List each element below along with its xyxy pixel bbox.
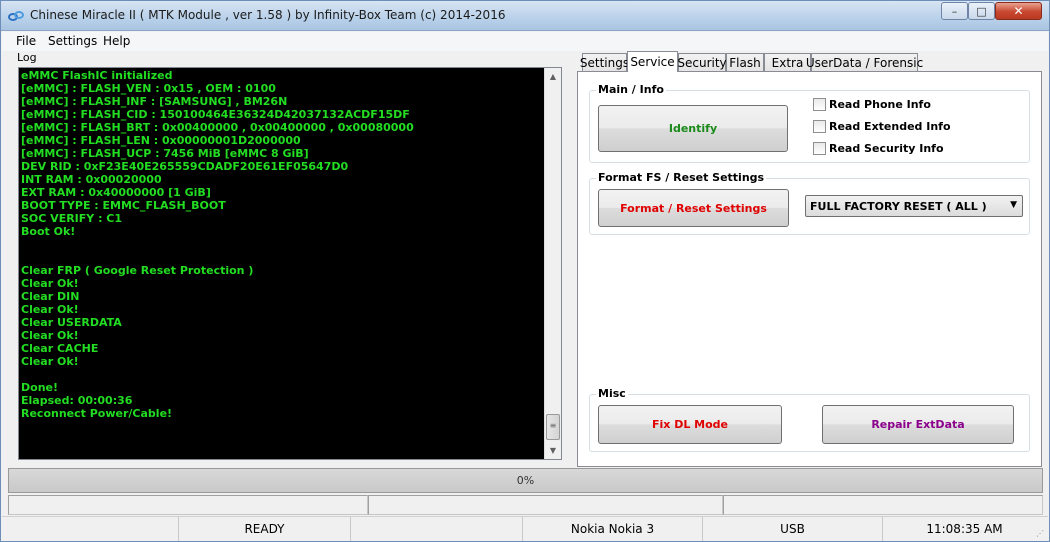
scroll-up-icon[interactable]: ▲ (545, 68, 561, 85)
log-line: Clear USERDATA (21, 316, 122, 329)
format-reset-button[interactable]: Format / Reset Settings (598, 189, 789, 227)
maximize-button[interactable]: □ (968, 2, 995, 20)
tab-settings[interactable]: Settings (580, 53, 629, 72)
log-line: BOOT TYPE : EMMC_FLASH_BOOT (21, 199, 226, 212)
chain-link-icon (8, 11, 24, 21)
log-line: Clear Ok! (21, 303, 79, 316)
repair-extdata-button[interactable]: Repair ExtData (822, 405, 1014, 444)
misc-group: Misc Fix DL Mode Repair ExtData (589, 387, 1030, 452)
menu-help[interactable]: Help (103, 34, 130, 48)
status-connection: USB (702, 517, 882, 541)
format-fs-title: Format FS / Reset Settings (596, 171, 767, 184)
format-reset-label: Format / Reset Settings (620, 201, 767, 215)
checkbox-box (813, 142, 826, 155)
log-line: [eMMC] : FLASH_INF : [SAMSUNG] , BM26N (21, 95, 288, 108)
misc-title: Misc (596, 387, 628, 400)
scroll-down-icon[interactable]: ▼ (545, 442, 561, 459)
status-state: READY (178, 517, 350, 541)
log-line: Clear DIN (21, 290, 80, 303)
resize-grip-icon[interactable]: ⋰ (1036, 529, 1046, 539)
checkbox-label: Read Security Info (829, 142, 944, 155)
minimize-button[interactable]: – (941, 2, 968, 20)
log-line: Done! (21, 381, 58, 394)
app-window: Chinese Miracle II ( MTK Module , ver 1.… (0, 0, 1050, 542)
tab-extra[interactable]: Extra (764, 53, 811, 72)
fix-dl-mode-button[interactable]: Fix DL Mode (598, 405, 782, 444)
tab-service[interactable]: Service (627, 51, 678, 72)
scroll-thumb[interactable]: ≡ (546, 414, 560, 440)
info-row (8, 495, 1043, 515)
log-scrollbar[interactable]: ▲ ≡ ▼ (544, 68, 561, 459)
reset-mode-select[interactable]: FULL FACTORY RESET ( ALL ) ▼ (805, 195, 1023, 217)
tab-security[interactable]: Security (677, 53, 727, 72)
progress-label: 0% (516, 474, 535, 487)
status-time: 11:08:35 AM (882, 517, 1046, 541)
read-security-info-checkbox[interactable]: Read Security Info (813, 142, 944, 155)
log-line: Clear FRP ( Google Reset Protection ) (21, 264, 254, 277)
log-line: eMMC FlashIC initialized (21, 69, 173, 82)
title-bar[interactable]: Chinese Miracle II ( MTK Module , ver 1.… (1, 1, 1049, 31)
reset-mode-value: FULL FACTORY RESET ( ALL ) (810, 199, 987, 213)
log-line: Boot Ok! (21, 225, 76, 238)
fix-dl-mode-label: Fix DL Mode (651, 418, 729, 431)
log-line: SOC VERIFY : C1 (21, 212, 123, 225)
tab-flash[interactable]: Flash (726, 53, 764, 72)
status-bar: READY Nokia Nokia 3 USB 11:08:35 AM ⋰ (2, 516, 1048, 541)
main-info-group: Main / Info Identify Read Phone Info Rea… (589, 83, 1030, 163)
identify-button[interactable]: Identify (598, 105, 788, 152)
status-empty-2 (350, 517, 522, 541)
main-info-title: Main / Info (596, 83, 666, 96)
info-panel-right (723, 495, 1043, 515)
identify-label: Identify (668, 122, 718, 135)
log-line: Clear Ok! (21, 329, 79, 342)
log-output[interactable]: eMMC FlashIC initialized [eMMC] : FLASH_V… (18, 67, 562, 460)
chevron-down-icon: ▼ (1010, 200, 1017, 210)
log-line: [eMMC] : FLASH_VEN : 0x15 , OEM : 0100 (21, 82, 276, 95)
checkbox-label: Read Extended Info (829, 120, 951, 133)
log-line: [eMMC] : FLASH_CID : 150100464E36324D420… (21, 108, 410, 121)
read-extended-info-checkbox[interactable]: Read Extended Info (813, 120, 951, 133)
menu-bar: File Settings Help (2, 32, 1048, 51)
status-device: Nokia Nokia 3 (522, 517, 702, 541)
log-lines: eMMC FlashIC initialized [eMMC] : FLASH_V… (21, 69, 541, 420)
service-panel: Main / Info Identify Read Phone Info Rea… (577, 71, 1042, 467)
close-button[interactable]: ✕ (995, 2, 1042, 20)
format-fs-group: Format FS / Reset Settings Format / Rese… (589, 171, 1030, 235)
log-line: Clear Ok! (21, 277, 79, 290)
checkbox-box (813, 120, 826, 133)
read-phone-info-checkbox[interactable]: Read Phone Info (813, 98, 931, 111)
menu-file[interactable]: File (16, 34, 36, 48)
checkbox-box (813, 98, 826, 111)
status-empty (2, 517, 178, 541)
repair-extdata-label: Repair ExtData (871, 418, 965, 431)
log-line: [eMMC] : FLASH_LEN : 0x00000001D2000000 (21, 134, 301, 147)
info-panel-left (8, 495, 368, 515)
menu-settings[interactable]: Settings (48, 34, 97, 48)
progress-bar: 0% (8, 468, 1043, 493)
tab-userdata-forensic[interactable]: UserData / Forensic (806, 53, 923, 72)
log-label: Log (17, 51, 37, 64)
log-line: Reconnect Power/Cable! (21, 407, 173, 420)
log-line: Elapsed: 00:00:36 (21, 394, 133, 407)
log-line: Clear CACHE (21, 342, 99, 355)
log-line: EXT RAM : 0x40000000 [1 GiB] (21, 186, 211, 199)
info-panel-middle (368, 495, 723, 515)
log-line: DEV RID : 0xF23E40E265559CDADF20E61EF056… (21, 160, 349, 173)
grip-icon: ≡ (549, 421, 557, 430)
log-line: [eMMC] : FLASH_UCP : 7456 MiB [eMMC 8 Gi… (21, 147, 309, 160)
log-line: INT RAM : 0x00020000 (21, 173, 162, 186)
log-line: Clear Ok! (21, 355, 79, 368)
log-line: [eMMC] : FLASH_BRT : 0x00400000 , 0x0040… (21, 121, 414, 134)
checkbox-label: Read Phone Info (829, 98, 931, 111)
window-title: Chinese Miracle II ( MTK Module , ver 1.… (30, 8, 506, 22)
